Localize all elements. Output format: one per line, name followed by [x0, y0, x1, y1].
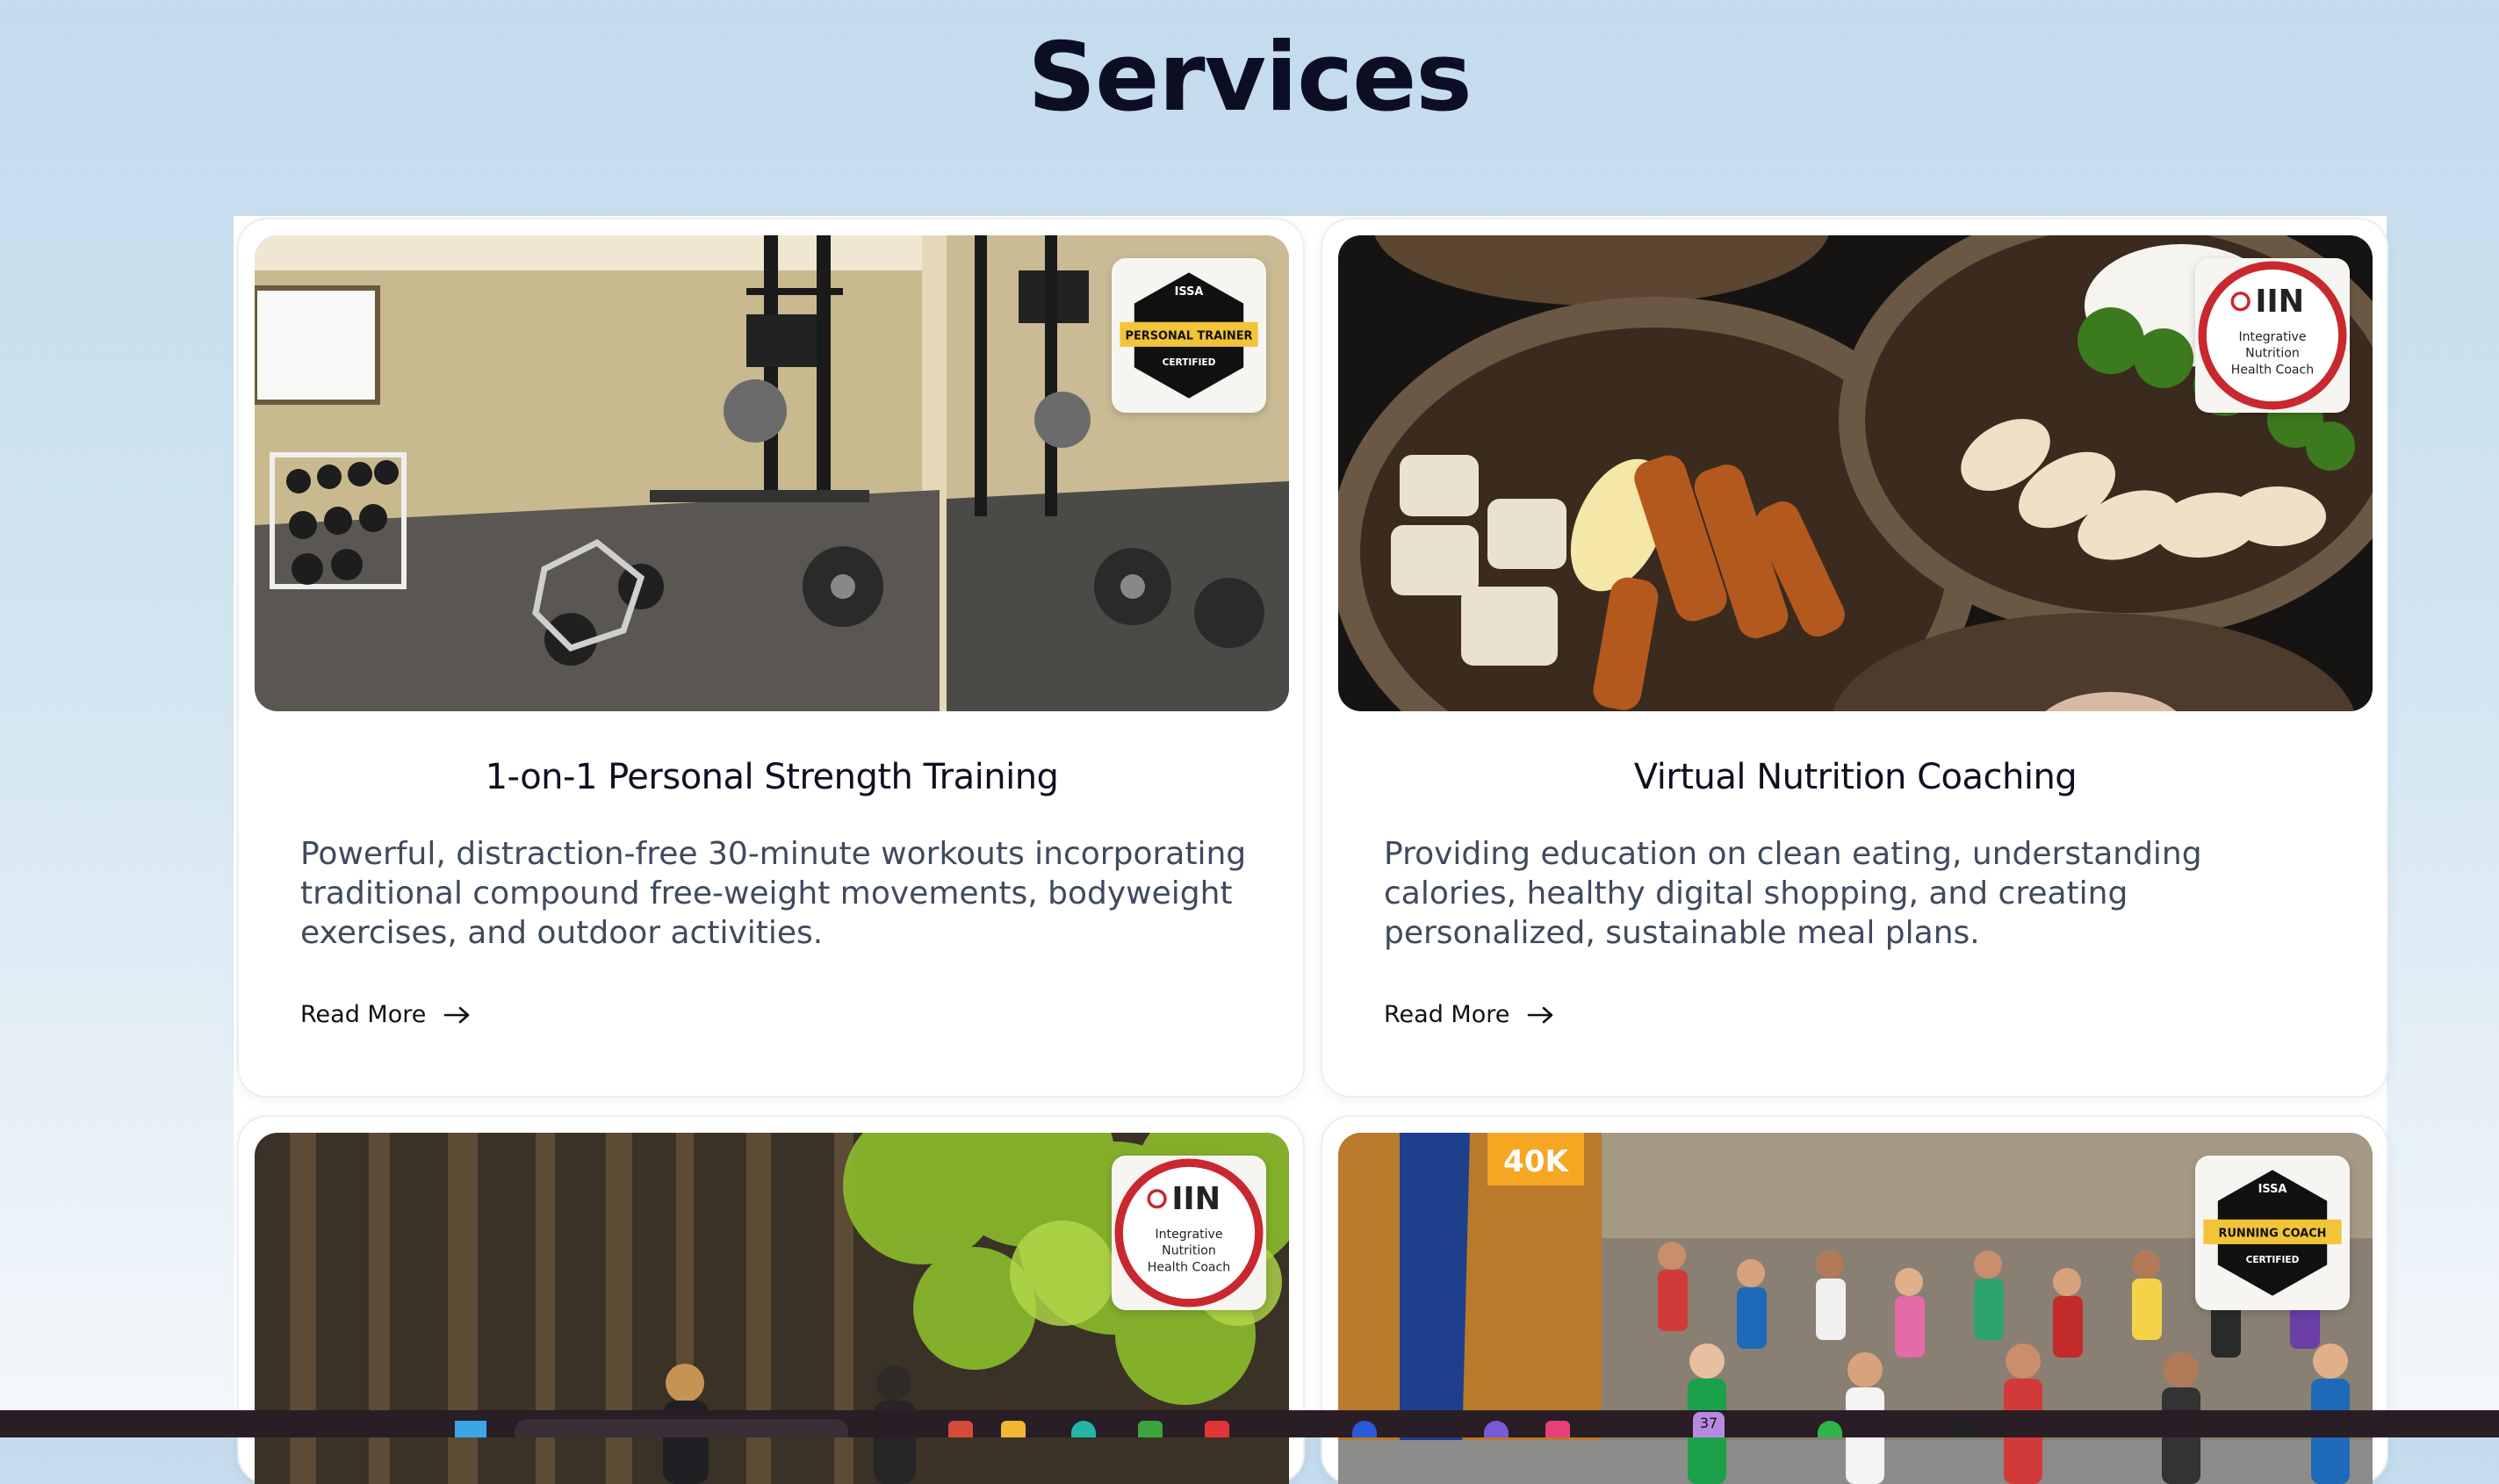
- card-title: Virtual Nutrition Coaching: [1633, 757, 2078, 797]
- service-card-strength-training[interactable]: ISSA PERSONAL TRAINER CERTIFIED 1-on-1 P…: [237, 218, 1305, 1098]
- arrow-right-icon: [444, 1006, 470, 1023]
- badge-org: ISSA: [2258, 1183, 2287, 1196]
- read-more-label: Read More: [300, 1001, 427, 1028]
- taskbar-app-icon[interactable]: [1352, 1421, 1377, 1437]
- svg-text:Integrative: Integrative: [2238, 330, 2306, 344]
- page-title: Services: [1027, 23, 1472, 133]
- badge-label: PERSONAL TRAINER: [1126, 330, 1253, 343]
- taskbar-search-box[interactable]: [515, 1419, 848, 1437]
- service-card-nutrition-coaching[interactable]: IIN Integrative Nutrition Health Coach V…: [1321, 218, 2388, 1098]
- arrow-right-icon: [1528, 1006, 1553, 1023]
- badge-sub: CERTIFIED: [2246, 1255, 2300, 1265]
- taskbar-app-icon[interactable]: [948, 1421, 973, 1437]
- taskbar-app-icon[interactable]: [1138, 1421, 1163, 1437]
- notification-count-badge[interactable]: 37: [1693, 1412, 1725, 1437]
- badge-sub: CERTIFIED: [1163, 357, 1216, 368]
- taskbar-app-icon[interactable]: [1953, 1421, 1977, 1437]
- banner-distance-label: 40K: [1503, 1144, 1569, 1179]
- card-description: Providing education on clean eating, und…: [1384, 836, 2202, 951]
- running-coach-badge: ISSA RUNNING COACH CERTIFIED: [2195, 1156, 2350, 1310]
- svg-text:Health Coach: Health Coach: [2231, 363, 2314, 377]
- badge-org: ISSA: [1175, 285, 1204, 299]
- taskbar-app-icon[interactable]: [1001, 1421, 1026, 1437]
- read-more-link[interactable]: Read More: [300, 1001, 472, 1028]
- svg-text:Nutrition: Nutrition: [1162, 1244, 1216, 1258]
- os-taskbar: 37: [0, 1410, 2499, 1437]
- taskbar-app-icon[interactable]: [1818, 1421, 1842, 1437]
- card-description: Powerful, distraction-free 30-minute wor…: [300, 836, 1247, 951]
- windows-start-icon[interactable]: [455, 1421, 486, 1437]
- badge-org: IIN: [1171, 1181, 1221, 1217]
- taskbar-app-icon[interactable]: [1484, 1421, 1509, 1437]
- services-grid: ISSA PERSONAL TRAINER CERTIFIED 1-on-1 P…: [234, 216, 2388, 1484]
- svg-text:Health Coach: Health Coach: [1148, 1260, 1230, 1274]
- taskbar-app-icon[interactable]: [1545, 1421, 1570, 1437]
- meal-bowls-photo: IIN Integrative Nutrition Health Coach: [1338, 235, 2373, 711]
- svg-text:Integrative: Integrative: [1155, 1228, 1222, 1242]
- read-more-label: Read More: [1384, 1001, 1510, 1028]
- iin-health-coach-badge: IIN Integrative Nutrition Health Coach: [1112, 1156, 1266, 1310]
- iin-health-coach-badge: IIN Integrative Nutrition Health Coach: [2195, 258, 2350, 413]
- badge-org: IIN: [2255, 284, 2304, 320]
- home-gym-photo: ISSA PERSONAL TRAINER CERTIFIED: [255, 235, 1289, 711]
- taskbar-app-icon[interactable]: [1071, 1421, 1096, 1437]
- personal-trainer-badge: ISSA PERSONAL TRAINER CERTIFIED: [1112, 258, 1266, 413]
- read-more-link[interactable]: Read More: [1384, 1001, 1555, 1028]
- card-title: 1-on-1 Personal Strength Training: [485, 757, 1059, 797]
- taskbar-app-icon[interactable]: [1205, 1421, 1229, 1437]
- badge-label: RUNNING COACH: [2219, 1228, 2327, 1241]
- svg-text:Nutrition: Nutrition: [2245, 347, 2300, 361]
